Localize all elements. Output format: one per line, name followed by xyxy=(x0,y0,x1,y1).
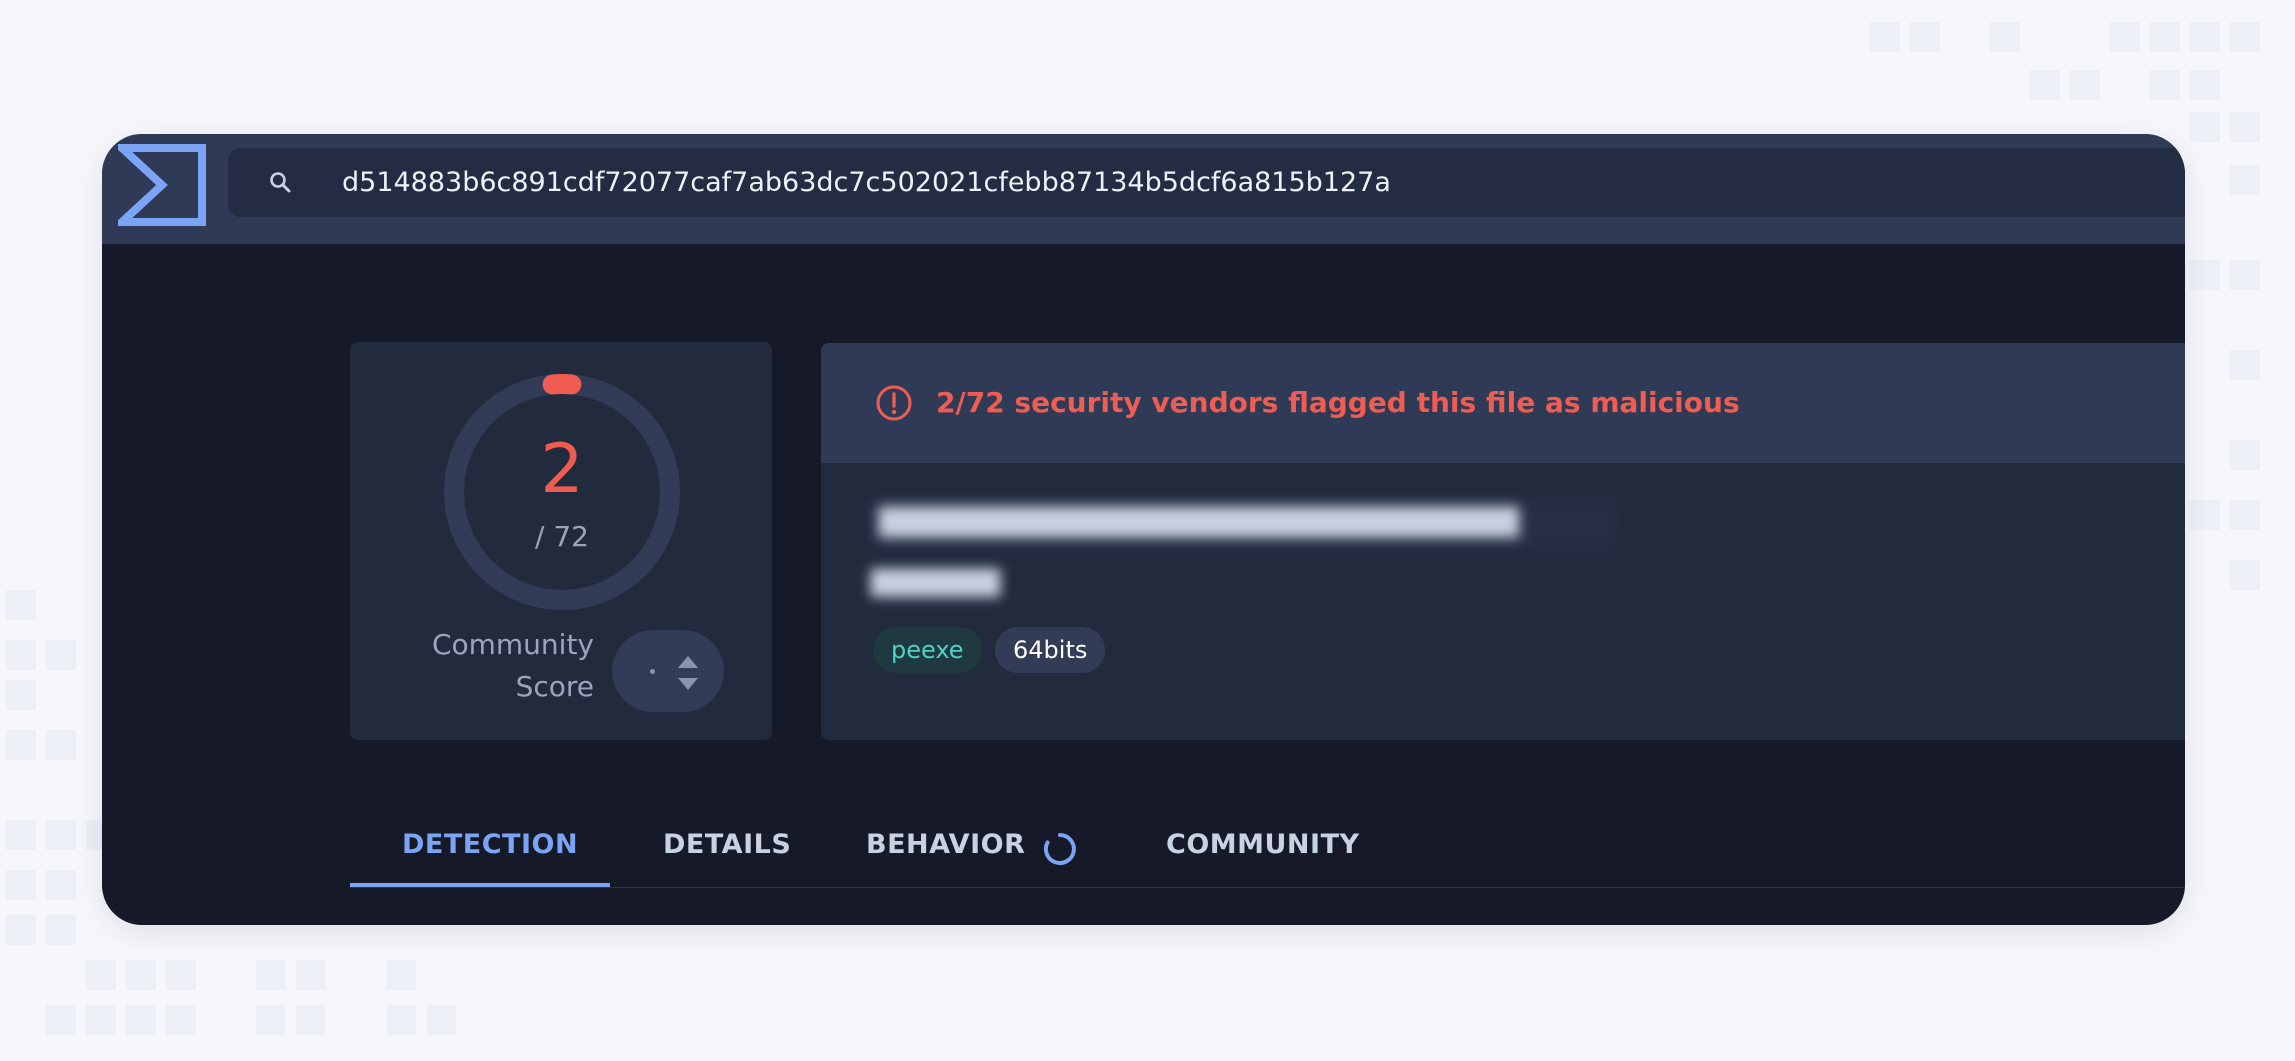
file-hash-redacted: ████████████████████████████████ xyxy=(871,498,1619,548)
file-name-redacted: ███████ xyxy=(871,569,1001,597)
tabs-divider xyxy=(350,887,2185,888)
spinner-icon xyxy=(1043,833,1076,865)
search-input[interactable]: d514883b6c891cdf72077caf7ab63dc7c502021c… xyxy=(228,148,2185,217)
tab-community[interactable]: COMMUNITY xyxy=(1166,817,1360,883)
app-window: d514883b6c891cdf72077caf7ab63dc7c502021c… xyxy=(102,134,2185,925)
file-summary-card: 2/72 security vendors flagged this file … xyxy=(821,343,2185,740)
tag-64bits[interactable]: 64bits xyxy=(995,627,1106,673)
vote-value-dot xyxy=(650,669,655,674)
community-vote-control[interactable] xyxy=(612,630,724,712)
detection-count: 2 xyxy=(540,430,584,509)
tab-detection[interactable]: DETECTION xyxy=(402,817,578,883)
search-query[interactable]: d514883b6c891cdf72077caf7ab63dc7c502021c… xyxy=(342,148,1391,217)
community-label-line1: Community xyxy=(431,628,594,661)
alert-message: 2/72 security vendors flagged this file … xyxy=(936,386,1740,419)
downvote-icon[interactable] xyxy=(678,678,698,690)
community-label-line2: Score xyxy=(515,670,594,703)
upvote-icon[interactable] xyxy=(678,656,698,668)
tab-behavior[interactable]: BEHAVIOR xyxy=(866,817,1025,883)
top-bar: d514883b6c891cdf72077caf7ab63dc7c502021c… xyxy=(102,134,2185,244)
sigma-logo-icon[interactable] xyxy=(118,144,206,226)
malicious-alert-banner: 2/72 security vendors flagged this file … xyxy=(821,343,2185,463)
detection-total: / 72 xyxy=(535,520,589,553)
tab-details[interactable]: DETAILS xyxy=(663,817,791,883)
community-score-label: Community Score xyxy=(380,624,594,708)
detection-score-card: 2 / 72 Community Score xyxy=(350,342,772,740)
search-icon[interactable] xyxy=(268,170,294,196)
report-tabs: DETECTION DETAILS BEHAVIOR COMMUNITY xyxy=(350,817,2185,893)
tag-peexe[interactable]: peexe xyxy=(873,627,982,673)
alert-circle-icon xyxy=(876,385,912,421)
